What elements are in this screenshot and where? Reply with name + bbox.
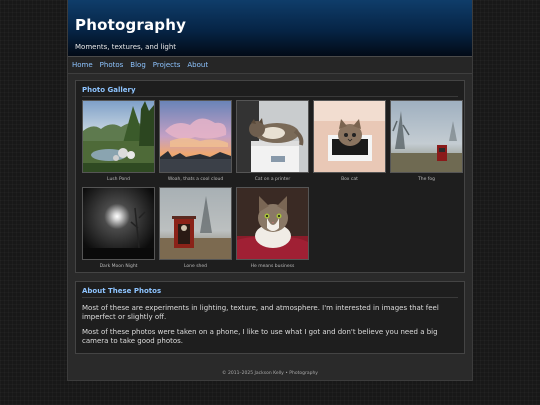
photo-caption: Cat on a printer — [254, 177, 291, 182]
photo-thumbnail-cool-cloud[interactable] — [159, 100, 232, 173]
sunset-cloud-image — [160, 101, 231, 172]
gallery-item: The fog — [390, 100, 463, 184]
gallery-grid: Lush Pond Woah, thats a cool cloud Cat o… — [76, 97, 464, 271]
site-header: Photography Moments, textures, and light — [68, 0, 472, 57]
photo-caption: Lone shed — [183, 264, 208, 269]
about-paragraph: Most of these photos were taken on a pho… — [82, 328, 438, 345]
photo-caption: Box cat — [341, 177, 358, 182]
nav-link-blog[interactable]: Blog — [130, 61, 148, 69]
site-footer: © 2011–2025 Jackson Kelly • Photography — [222, 371, 318, 376]
nav-link-about[interactable]: About — [187, 61, 211, 69]
nav-link-photos[interactable]: Photos — [100, 61, 127, 69]
about-section: About These Photos Most of these are exp… — [75, 281, 465, 354]
gallery-item: Lush Pond — [82, 100, 155, 184]
photo-caption: He means business — [250, 264, 295, 269]
pond-image — [83, 101, 154, 172]
business-cat-image — [237, 188, 308, 259]
photo-thumbnail-dark-moon-night[interactable] — [82, 187, 155, 260]
photo-gallery-section: Photo Gallery Lush Pond Woah, thats a co… — [75, 80, 465, 273]
gallery-item: Cat on a printer — [236, 100, 309, 184]
photo-thumbnail-lush-pond[interactable] — [82, 100, 155, 173]
site-tagline: Moments, textures, and light — [75, 43, 177, 51]
photo-thumbnail-cat-on-printer[interactable] — [236, 100, 309, 173]
nav-link-projects[interactable]: Projects — [153, 61, 184, 69]
fog-field-image — [391, 101, 462, 172]
about-heading: About These Photos — [82, 287, 162, 295]
photo-thumbnail-he-means-business[interactable] — [236, 187, 309, 260]
box-cat-image — [314, 101, 385, 172]
about-body: Most of these are experiments in lightin… — [76, 298, 464, 346]
gallery-heading: Photo Gallery — [82, 86, 136, 94]
site-title[interactable]: Photography — [75, 16, 465, 34]
main-nav: Home Photos Blog Projects About — [68, 57, 472, 74]
dark-moon-image — [83, 188, 154, 259]
gallery-item: Lone shed — [159, 187, 232, 271]
about-paragraph: Most of these are experiments in lightin… — [82, 304, 439, 321]
gallery-item: Dark Moon Night — [82, 187, 155, 271]
gallery-item: Woah, thats a cool cloud — [159, 100, 232, 184]
photo-thumbnail-box-cat[interactable] — [313, 100, 386, 173]
gallery-item: Box cat — [313, 100, 386, 184]
photo-caption: The fog — [418, 177, 435, 182]
cat-printer-image — [237, 101, 308, 172]
page-container: Photography Moments, textures, and light… — [67, 0, 473, 381]
photo-caption: Lush Pond — [107, 177, 130, 182]
photo-caption: Woah, thats a cool cloud — [167, 177, 224, 182]
photo-caption: Dark Moon Night — [99, 264, 138, 269]
photo-thumbnail-lone-shed[interactable] — [159, 187, 232, 260]
gallery-item: He means business — [236, 187, 309, 271]
photo-thumbnail-the-fog[interactable] — [390, 100, 463, 173]
lone-shed-image — [160, 188, 231, 259]
nav-link-home[interactable]: Home — [72, 61, 96, 69]
